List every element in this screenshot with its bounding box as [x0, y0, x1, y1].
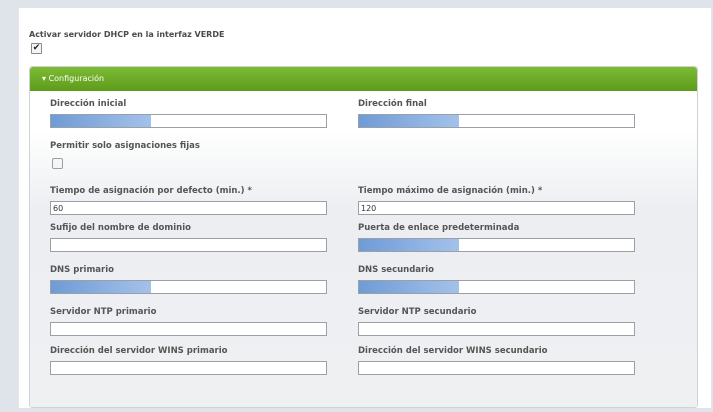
dns1-label: DNS primario — [50, 265, 114, 275]
default-lease-label: Tiempo de asignación por defecto (min.) … — [50, 186, 252, 196]
wins2-label: Dirección del servidor WINS secundario — [358, 346, 548, 356]
start-address-field: Dirección inicial — [50, 98, 327, 128]
panel-title: Configuración — [48, 74, 105, 83]
configuration-panel-body: Dirección inicial Dirección final Permit… — [30, 91, 697, 407]
redacted-value — [359, 115, 459, 127]
redacted-value — [359, 239, 459, 251]
max-lease-label: Tiempo máximo de asignación (min.) * — [358, 186, 543, 196]
max-lease-field: Tiempo máximo de asignación (min.) * 120 — [358, 185, 635, 215]
end-address-label: Dirección final — [358, 99, 427, 109]
enable-dhcp-checkbox[interactable]: ✔ — [31, 43, 42, 54]
end-address-field: Dirección final — [358, 98, 635, 128]
ntp1-label: Servidor NTP primario — [50, 307, 157, 317]
domain-suffix-input[interactable] — [50, 238, 327, 252]
fixed-only-checkbox[interactable] — [52, 158, 63, 169]
dns1-field: DNS primario — [50, 264, 327, 294]
page: Activar servidor DHCP en la interfaz VER… — [18, 8, 711, 408]
dns2-label: DNS secundario — [358, 265, 434, 275]
redacted-value — [51, 115, 151, 127]
wins1-label: Dirección del servidor WINS primario — [50, 346, 228, 356]
wins1-field: Dirección del servidor WINS primario — [50, 345, 327, 375]
chevron-down-icon: ▾ — [42, 74, 47, 83]
configuration-panel: ▾ Configuración Dirección inicial Direcc… — [29, 66, 698, 408]
default-lease-input[interactable]: 60 — [50, 201, 327, 215]
ntp2-input[interactable] — [358, 322, 635, 336]
dns2-field: DNS secundario — [358, 264, 635, 294]
fixed-only-label: Permitir solo asignaciones fijas — [50, 141, 200, 151]
enable-dhcp-label: Activar servidor DHCP en la interfaz VER… — [29, 30, 225, 39]
domain-suffix-field: Sufijo del nombre de dominio — [50, 222, 327, 252]
redacted-value — [51, 281, 151, 293]
wins1-input[interactable] — [50, 361, 327, 375]
start-address-label: Dirección inicial — [50, 99, 127, 109]
default-lease-field: Tiempo de asignación por defecto (min.) … — [50, 185, 327, 215]
wins2-input[interactable] — [358, 361, 635, 375]
ntp1-input[interactable] — [50, 322, 327, 336]
ntp1-field: Servidor NTP primario — [50, 306, 327, 336]
redacted-value — [359, 281, 459, 293]
max-lease-input[interactable]: 120 — [358, 201, 635, 215]
wins2-field: Dirección del servidor WINS secundario — [358, 345, 635, 375]
fixed-only-field: Permitir solo asignaciones fijas — [50, 140, 327, 169]
ntp2-field: Servidor NTP secundario — [358, 306, 635, 336]
gateway-label: Puerta de enlace predeterminada — [358, 223, 520, 233]
domain-suffix-label: Sufijo del nombre de dominio — [50, 223, 191, 233]
ntp2-label: Servidor NTP secundario — [358, 307, 477, 317]
configuration-panel-header[interactable]: ▾ Configuración — [30, 67, 697, 91]
gateway-field: Puerta de enlace predeterminada — [358, 222, 635, 252]
